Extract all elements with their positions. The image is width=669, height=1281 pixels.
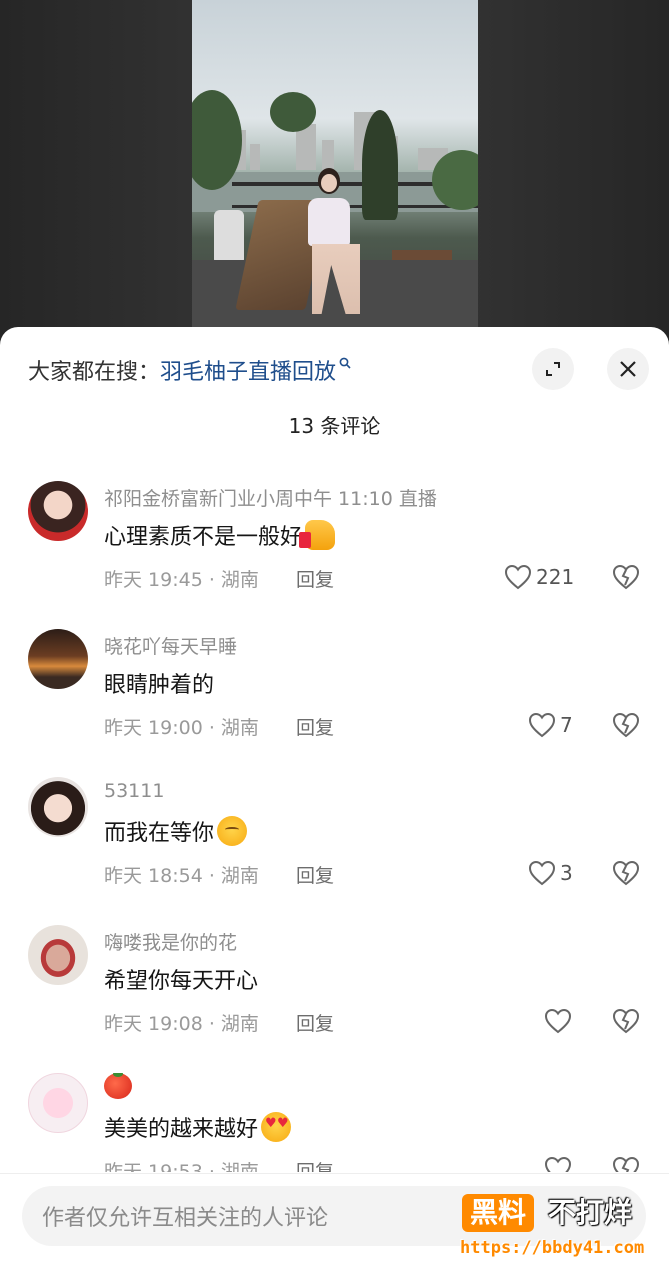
like-count: 7 — [560, 713, 573, 737]
comment-text-content: 而我在等你 — [104, 821, 215, 846]
broken-heart-icon[interactable] — [612, 859, 640, 887]
heart-icon — [544, 1008, 572, 1034]
comment-text-content: 美美的越来越好 — [104, 1117, 259, 1142]
search-suggestion-term[interactable]: 羽毛柚子直播回放 — [160, 354, 336, 386]
close-icon — [620, 361, 636, 377]
comment-username[interactable]: 嗨喽我是你的花 — [104, 928, 237, 955]
watermark: 黑料 不打烊 https://bbdy41.com — [456, 1194, 656, 1266]
shy-face-icon — [217, 816, 248, 846]
comment-item[interactable]: 53111 而我在等你 昨天 18:54 · 湖南 回复 3 — [0, 777, 669, 925]
like-count: 221 — [536, 565, 575, 589]
broken-heart-icon[interactable] — [612, 1007, 640, 1035]
heart-icon — [544, 1156, 572, 1172]
watermark-text: 不打烊 — [548, 1196, 633, 1229]
comment-meta: 昨天 19:45 · 湖南 — [104, 569, 259, 591]
reply-button[interactable]: 回复 — [296, 713, 334, 740]
comment-text-content: 眼睛肿着的 — [104, 673, 215, 698]
watermark-badge: 黑料 — [462, 1194, 535, 1232]
comment-text: 眼睛肿着的 — [104, 667, 214, 699]
like-button[interactable]: 7 — [528, 709, 573, 741]
avatar[interactable] — [28, 1073, 88, 1133]
thumbs-up-icon — [299, 520, 336, 550]
like-button[interactable] — [544, 1005, 572, 1037]
reply-button[interactable]: 回复 — [296, 565, 334, 592]
comment-text-content: 心理素质不是一般好 — [104, 525, 303, 550]
comment-meta: 昨天 18:54 · 湖南 — [104, 865, 259, 887]
comment-item[interactable]: 祁阳金桥富新门业小周中午 11:10 直播 心理素质不是一般好 昨天 19:45… — [0, 481, 669, 629]
like-count: 3 — [560, 861, 573, 885]
like-button[interactable] — [544, 1153, 572, 1172]
heart-icon — [504, 564, 532, 590]
comment-text: 希望你每天开心 — [104, 963, 258, 995]
comment-username[interactable]: 祁阳金桥富新门业小周中午 11:10 直播 — [104, 484, 437, 511]
comment-text: 美美的越来越好 — [104, 1111, 292, 1143]
comment-username[interactable]: 晓花吖每天早睡 — [104, 632, 237, 659]
like-button[interactable]: 221 — [504, 561, 574, 593]
comment-composer-bar: 作者仅允许互相关注的人评论 黑料 不打烊 https://bbdy41.com — [0, 1173, 669, 1281]
broken-heart-icon[interactable] — [612, 1155, 640, 1172]
comment-username[interactable]: 53111 — [104, 780, 164, 802]
comment-item[interactable]: 晓花吖每天早睡 眼睛肿着的 昨天 19:00 · 湖南 回复 7 — [0, 629, 669, 777]
close-button[interactable] — [607, 348, 649, 390]
avatar[interactable] — [28, 629, 88, 689]
broken-heart-icon[interactable] — [612, 563, 640, 591]
heart-icon — [528, 860, 556, 886]
search-icon — [339, 357, 351, 369]
comment-count: 13 条评论 — [288, 414, 381, 438]
expand-button[interactable] — [532, 348, 574, 390]
comment-meta: 昨天 19:08 · 湖南 — [104, 1013, 259, 1035]
like-button[interactable]: 3 — [528, 857, 573, 889]
comment-text-content: 希望你每天开心 — [104, 969, 259, 994]
comment-item[interactable]: 美美的越来越好 昨天 19:53 · 湖南 回复 — [0, 1073, 669, 1172]
avatar[interactable] — [28, 925, 88, 985]
heart-eyes-icon — [261, 1112, 292, 1142]
search-suggestion-prefix: 大家都在搜： — [28, 360, 161, 385]
expand-icon — [546, 362, 560, 376]
heart-icon — [528, 712, 556, 738]
broken-heart-icon[interactable] — [612, 711, 640, 739]
reply-button[interactable]: 回复 — [296, 1157, 334, 1172]
tomato-icon — [104, 1073, 132, 1099]
comment-meta: 昨天 19:53 · 湖南 — [104, 1161, 259, 1172]
avatar[interactable] — [28, 481, 88, 541]
comment-text: 而我在等你 — [104, 815, 248, 847]
comment-input-placeholder: 作者仅允许互相关注的人评论 — [42, 1206, 329, 1231]
avatar[interactable] — [28, 777, 88, 837]
watermark-url: https://bbdy41.com — [460, 1238, 645, 1258]
search-suggestion[interactable]: 大家都在搜： 羽毛柚子直播回放 — [28, 353, 351, 387]
video-player[interactable] — [192, 0, 478, 340]
comment-text: 心理素质不是一般好 — [104, 519, 336, 551]
comment-meta: 昨天 19:00 · 湖南 — [104, 717, 259, 739]
reply-button[interactable]: 回复 — [296, 861, 334, 888]
comment-item[interactable]: 嗨喽我是你的花 希望你每天开心 昨天 19:08 · 湖南 回复 — [0, 925, 669, 1073]
comment-sheet: 大家都在搜： 羽毛柚子直播回放 13 条评论 祁阳金桥富新门业小周中午 11:1… — [0, 327, 669, 1280]
reply-button[interactable]: 回复 — [296, 1009, 334, 1036]
